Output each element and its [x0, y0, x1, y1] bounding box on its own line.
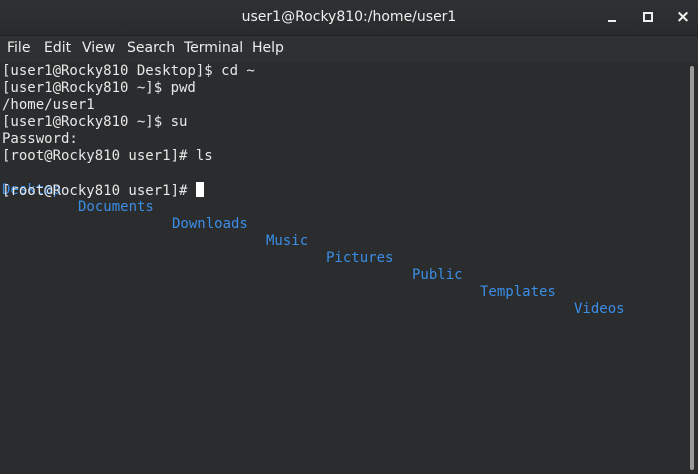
- terminal-line: /home/user1: [2, 97, 95, 113]
- terminal-line: [user1@Rocky810 ~]$ su: [2, 114, 188, 130]
- scrollbar-thumb[interactable]: [690, 66, 694, 470]
- terminal-line: [user1@Rocky810 ~]$ pwd: [2, 80, 196, 96]
- minimize-button[interactable]: [601, 6, 623, 28]
- terminal-line: [user1@Rocky810 Desktop]$ cd ~: [2, 63, 255, 79]
- dir-entry: Documents: [78, 199, 154, 215]
- window-title: user1@Rocky810:/home/user1: [241, 9, 457, 25]
- minimize-icon: [608, 20, 616, 22]
- ls-output-line: Desktop Documents Downloads Music Pictur…: [2, 165, 625, 317]
- menu-edit[interactable]: Edit: [44, 40, 71, 56]
- dir-entry: Videos: [574, 301, 625, 317]
- dir-entry: Public: [412, 267, 463, 283]
- dir-entry: Templates: [480, 284, 556, 300]
- terminal-window: user1@Rocky810:/home/user1 × File Edit V…: [0, 0, 698, 474]
- menu-bar: File Edit View Search Terminal Help: [0, 36, 698, 62]
- terminal-line: Password:: [2, 131, 78, 147]
- menu-file[interactable]: File: [7, 40, 30, 56]
- menu-view[interactable]: View: [82, 40, 115, 56]
- dir-entry: Pictures: [326, 250, 394, 266]
- dir-entry: Downloads: [172, 216, 248, 232]
- menu-help[interactable]: Help: [252, 40, 284, 56]
- maximize-icon: [643, 12, 653, 22]
- scrollbar[interactable]: [686, 62, 698, 474]
- close-icon: ×: [675, 7, 691, 27]
- menu-terminal[interactable]: Terminal: [184, 40, 243, 56]
- shell-prompt: [root@Rocky810 user1]#: [2, 183, 196, 199]
- prompt-line: [root@Rocky810 user1]#: [2, 182, 204, 199]
- title-bar[interactable]: user1@Rocky810:/home/user1 ×: [0, 0, 698, 36]
- text-cursor: [195, 182, 204, 197]
- dir-entry: Music: [266, 233, 309, 249]
- menu-search[interactable]: Search: [127, 40, 175, 56]
- maximize-button[interactable]: [637, 6, 659, 28]
- close-button[interactable]: ×: [672, 6, 694, 28]
- terminal-output[interactable]: [user1@Rocky810 Desktop]$ cd ~ [user1@Ro…: [0, 62, 686, 474]
- terminal-line: [root@Rocky810 user1]# ls: [2, 148, 213, 164]
